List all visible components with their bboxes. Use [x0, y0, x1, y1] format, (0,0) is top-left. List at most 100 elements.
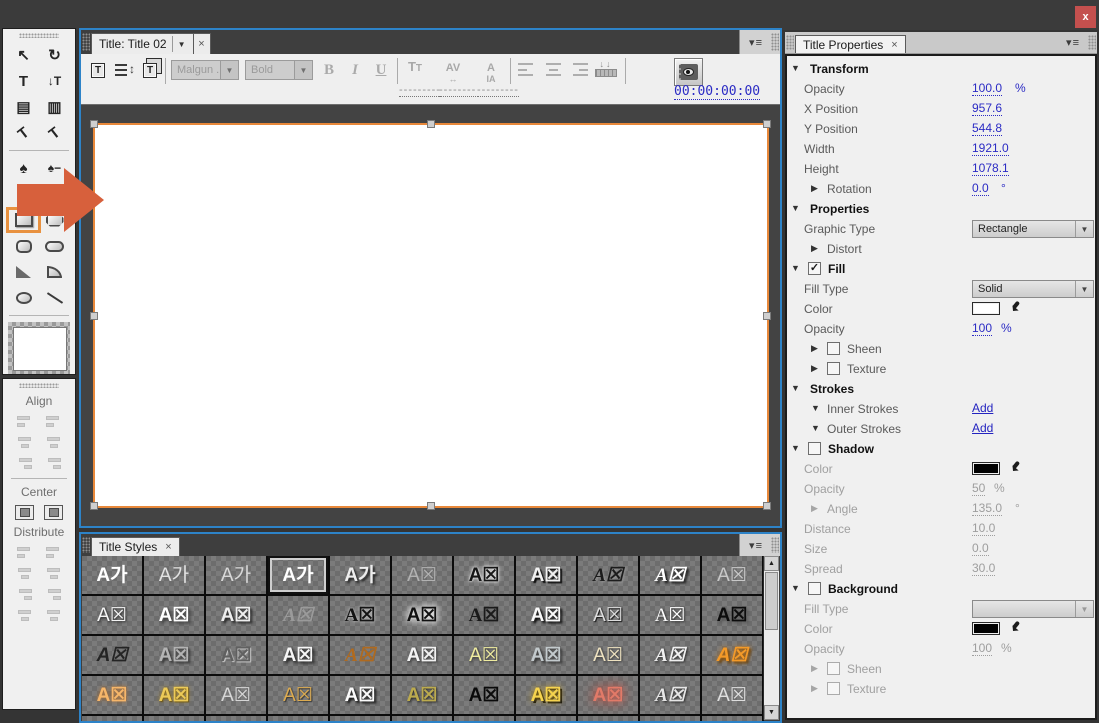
twirl-icon[interactable]: ▶ — [811, 243, 818, 254]
selected-rectangle-object[interactable] — [90, 120, 771, 510]
tab-title-properties[interactable]: Title Properties × — [795, 35, 906, 53]
rounded-rectangle-tool[interactable] — [39, 235, 70, 257]
selection-handle[interactable] — [90, 502, 98, 510]
chevron-down-icon[interactable]: ▼ — [1075, 281, 1093, 297]
twirl-icon[interactable]: ▶ — [811, 683, 818, 694]
width-value[interactable]: 1921.0 — [972, 142, 1009, 156]
path-type-tool[interactable]: T — [8, 122, 39, 144]
align-left-button[interactable] — [518, 63, 534, 76]
chevron-down-icon[interactable]: ▼ — [1075, 601, 1093, 617]
style-swatch-35[interactable]: A☒ — [144, 676, 206, 716]
texture-checkbox[interactable] — [827, 682, 840, 695]
panel-menu-icon[interactable] — [1057, 32, 1087, 53]
align-horizontal-center[interactable] — [10, 435, 39, 449]
style-swatch-4-selected[interactable]: A가 — [268, 556, 330, 596]
distribute-horizontal-center[interactable] — [10, 566, 39, 580]
style-swatch-20[interactable]: A☒ — [578, 596, 640, 636]
align-horizontal-left[interactable] — [10, 414, 39, 428]
leading-control[interactable]: A IA — [476, 59, 506, 84]
panel-grip-icon[interactable] — [1088, 35, 1096, 50]
italic-button[interactable]: I — [345, 60, 365, 80]
twirl-icon[interactable]: ▼ — [791, 383, 800, 393]
twirl-icon[interactable]: ▶ — [811, 663, 818, 674]
spread-value[interactable]: 30.0 — [972, 562, 996, 576]
arc-tool[interactable] — [39, 261, 70, 283]
twirl-icon[interactable]: ▶ — [811, 183, 818, 194]
style-swatch-26[interactable]: A☒ — [268, 636, 330, 676]
style-swatch-34[interactable]: A☒ — [82, 676, 144, 716]
style-swatch-16[interactable]: A☒ — [330, 596, 392, 636]
panel-grip-icon[interactable] — [82, 537, 90, 553]
panel-grip-icon[interactable] — [19, 33, 59, 38]
chevron-down-icon[interactable]: ▼ — [1075, 221, 1093, 237]
wedge-tool[interactable] — [8, 261, 39, 283]
kerning-control[interactable]: AV ↔ — [438, 59, 468, 84]
style-swatch-24[interactable]: A☒ — [144, 636, 206, 676]
shadow-checkbox[interactable] — [808, 442, 821, 455]
color-swatch[interactable] — [972, 462, 1000, 475]
selection-handle[interactable] — [427, 502, 435, 510]
style-swatch-8[interactable]: A☒ — [516, 556, 578, 596]
font-size-value-placeholder[interactable]: --------- — [399, 85, 441, 97]
style-swatch-13[interactable]: A☒ — [144, 596, 206, 636]
style-swatch-1[interactable]: A가 — [82, 556, 144, 596]
style-swatch-43[interactable]: A☒ — [640, 676, 702, 716]
style-swatch-7[interactable]: A☒ — [454, 556, 516, 596]
style-swatch-10[interactable]: A☒ — [640, 556, 702, 596]
vertical-area-type-tool[interactable]: ▥ — [39, 96, 70, 118]
twirl-icon[interactable]: ▼ — [811, 423, 820, 433]
new-title-based-on-current-button[interactable]: T — [86, 58, 110, 82]
templates-button[interactable]: T — [138, 58, 162, 82]
scroll-up-icon[interactable]: ▲ — [764, 556, 779, 571]
inner-strokes-add-link[interactable]: Add — [972, 401, 993, 415]
center-vertical[interactable] — [39, 504, 68, 520]
twirl-icon[interactable]: ▼ — [791, 63, 800, 73]
style-swatch-44[interactable]: A☒ — [702, 676, 764, 716]
align-vertical-center[interactable] — [39, 435, 68, 449]
style-swatch-19[interactable]: A☒ — [516, 596, 578, 636]
style-swatch-23[interactable]: A☒ — [82, 636, 144, 676]
bold-button[interactable]: B — [319, 60, 339, 80]
style-swatch-38[interactable]: A☒ — [330, 676, 392, 716]
style-swatch-5[interactable]: A가 — [330, 556, 392, 596]
selection-handle[interactable] — [90, 120, 98, 128]
style-swatch-41[interactable]: A☒ — [516, 676, 578, 716]
align-horizontal-right[interactable] — [10, 456, 39, 470]
height-value[interactable]: 1078.1 — [972, 162, 1009, 176]
opacity-value[interactable]: 100 — [972, 642, 993, 656]
x-position-value[interactable]: 957.6 — [972, 102, 1003, 116]
style-swatch-40[interactable]: A☒ — [454, 676, 516, 716]
eyedropper-icon[interactable] — [1008, 300, 1022, 315]
selection-handle[interactable] — [763, 311, 771, 320]
twirl-icon[interactable]: ▼ — [791, 203, 800, 213]
opacity-value[interactable]: 100 — [972, 322, 993, 336]
tab-title-title02[interactable]: Title: Title 02 ▼ — [91, 33, 194, 54]
style-swatch-3[interactable]: A가 — [206, 556, 268, 596]
vertical-path-type-tool[interactable]: T — [39, 122, 70, 144]
style-swatch-12[interactable]: A☒ — [82, 596, 144, 636]
y-position-value[interactable]: 544.8 — [972, 122, 1003, 136]
twirl-icon[interactable]: ▼ — [811, 403, 820, 413]
distance-value[interactable]: 10.0 — [972, 522, 996, 536]
vertical-type-tool[interactable]: ↓T — [39, 70, 70, 92]
style-swatch-29[interactable]: A☒ — [454, 636, 516, 676]
background-video-timecode[interactable]: 00:00:00:00 — [674, 85, 761, 100]
scroll-down-icon[interactable]: ▼ — [764, 705, 779, 720]
font-style-dropdown[interactable]: Bold ▼ — [245, 60, 313, 80]
chevron-down-icon[interactable]: ▼ — [294, 61, 312, 79]
style-swatch-6[interactable]: A☒ — [392, 556, 454, 596]
style-swatch-2[interactable]: A가 — [144, 556, 206, 596]
fill-type-dropdown[interactable]: Solid ▼ — [972, 280, 1094, 298]
style-swatch-39[interactable]: A☒ — [392, 676, 454, 716]
fill-type-dropdown[interactable]: ▼ — [972, 600, 1094, 618]
tab-title-styles[interactable]: Title Styles × — [91, 537, 180, 556]
twirl-icon[interactable]: ▼ — [791, 263, 800, 273]
style-swatch-42[interactable]: A☒ — [578, 676, 640, 716]
style-swatch-15[interactable]: A☒ — [268, 596, 330, 636]
rotation-value[interactable]: 0.0 — [972, 182, 989, 196]
twirl-icon[interactable]: ▶ — [811, 503, 818, 514]
styles-scrollbar[interactable]: ▲ ▼ — [763, 556, 779, 720]
font-size-control[interactable]: TT — [400, 59, 430, 75]
panel-grip-icon[interactable] — [771, 33, 779, 51]
texture-checkbox[interactable] — [827, 362, 840, 375]
